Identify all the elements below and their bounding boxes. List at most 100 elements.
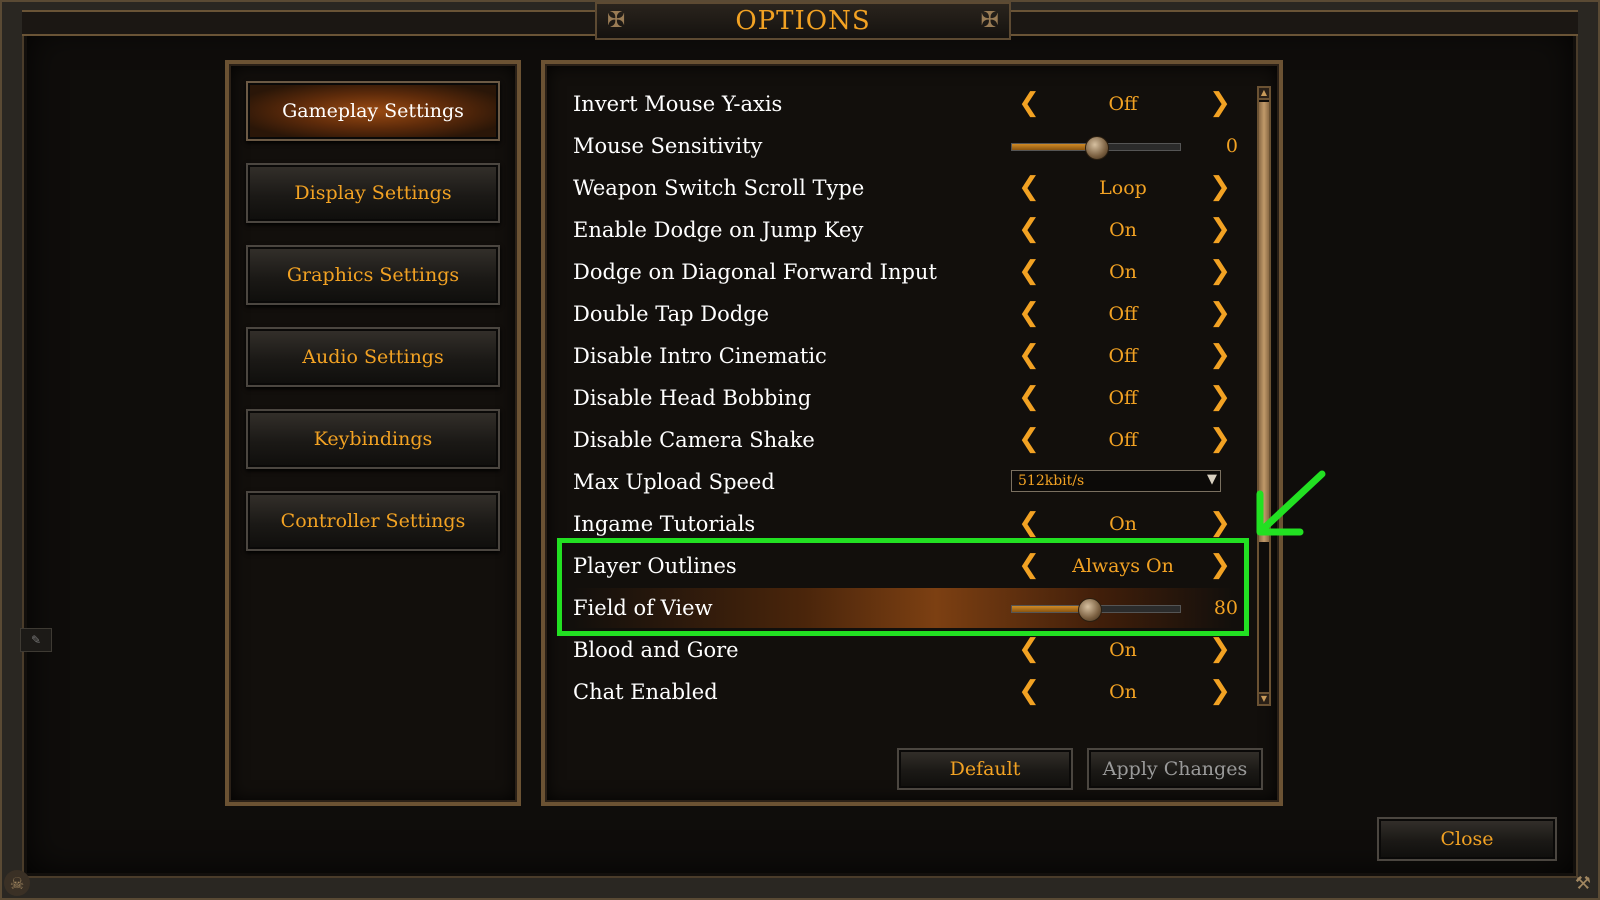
chat-bubble-icon[interactable]: ✎	[20, 628, 52, 652]
upload-speed-dropdown[interactable]: 512kbit/s ▼	[1011, 470, 1221, 492]
slider-fill	[1012, 144, 1096, 150]
setting-label: Double Tap Dodge	[573, 302, 770, 326]
scrollbar-thumb[interactable]	[1259, 102, 1269, 542]
slider-thumb[interactable]	[1085, 136, 1109, 160]
nav-label: Keybindings	[313, 428, 433, 450]
chevron-right-icon[interactable]: ❯	[1208, 424, 1232, 454]
button-label: Apply Changes	[1102, 758, 1248, 780]
dropdown-value: 512kbit/s	[1018, 473, 1085, 489]
setting-double-tap-dodge: Double Tap Dodge ❮ Off ❯	[573, 294, 1233, 334]
setting-value: Off	[1108, 429, 1138, 451]
chevron-left-icon[interactable]: ❮	[1017, 508, 1041, 538]
skull-icon: ☠	[4, 870, 30, 896]
setting-label: Disable Head Bobbing	[573, 386, 812, 410]
chevron-right-icon[interactable]: ❯	[1208, 634, 1232, 664]
setting-label: Invert Mouse Y-axis	[573, 92, 783, 116]
nav-label: Graphics Settings	[286, 264, 460, 286]
chevron-right-icon[interactable]: ❯	[1208, 340, 1232, 370]
close-button[interactable]: Close	[1377, 817, 1557, 861]
setting-chat-enabled: Chat Enabled ❮ On ❯	[573, 672, 1233, 712]
setting-disable-camera-shake: Disable Camera Shake ❮ Off ❯	[573, 420, 1233, 460]
setting-mouse-sensitivity: Mouse Sensitivity 0	[573, 126, 1238, 166]
chevron-left-icon[interactable]: ❮	[1017, 382, 1041, 412]
chevron-left-icon[interactable]: ❮	[1017, 424, 1041, 454]
page-title: OPTIONS	[735, 6, 871, 36]
nav-label: Gameplay Settings	[282, 100, 464, 122]
setting-disable-intro-cinematic: Disable Intro Cinematic ❮ Off ❯	[573, 336, 1233, 376]
nav-label: Audio Settings	[302, 346, 444, 368]
apply-changes-button[interactable]: Apply Changes	[1087, 748, 1263, 790]
setting-dodge-diagonal-forward: Dodge on Diagonal Forward Input ❮ On ❯	[573, 252, 1233, 292]
setting-label: Max Upload Speed	[573, 470, 775, 494]
settings-nav-panel: Gameplay Settings Display Settings Graph…	[225, 60, 521, 806]
chevron-left-icon[interactable]: ❮	[1017, 172, 1041, 202]
setting-value: Loop	[1099, 177, 1147, 199]
setting-label: Enable Dodge on Jump Key	[573, 218, 864, 242]
setting-label: Ingame Tutorials	[573, 512, 756, 536]
setting-disable-head-bobbing: Disable Head Bobbing ❮ Off ❯	[573, 378, 1233, 418]
chevron-right-icon[interactable]: ❯	[1208, 676, 1232, 706]
chevron-right-icon[interactable]: ❯	[1208, 550, 1232, 580]
chevron-left-icon[interactable]: ❮	[1017, 214, 1041, 244]
chevron-left-icon[interactable]: ❮	[1017, 298, 1041, 328]
slider-thumb[interactable]	[1078, 598, 1103, 622]
chevron-left-icon[interactable]: ❮	[1017, 676, 1041, 706]
setting-enable-dodge-jump: Enable Dodge on Jump Key ❮ On ❯	[573, 210, 1233, 250]
setting-value: Always On	[1072, 555, 1174, 577]
chevron-right-icon[interactable]: ❯	[1208, 172, 1232, 202]
chevron-right-icon[interactable]: ❯	[1208, 382, 1232, 412]
nav-keybindings[interactable]: Keybindings	[246, 409, 500, 469]
field-of-view-slider[interactable]	[1011, 598, 1181, 622]
nav-gameplay-settings[interactable]: Gameplay Settings	[246, 81, 500, 141]
setting-label: Disable Camera Shake	[573, 428, 815, 452]
setting-label: Disable Intro Cinematic	[573, 344, 827, 368]
settings-scrollbar[interactable]: ▲ ▼	[1257, 86, 1271, 706]
setting-label: Weapon Switch Scroll Type	[573, 176, 865, 200]
button-label: Close	[1440, 828, 1494, 850]
chevron-left-icon[interactable]: ❮	[1017, 340, 1041, 370]
settings-list-panel: Invert Mouse Y-axis ❮ Off ❯ Mouse Sensit…	[541, 60, 1283, 806]
setting-max-upload-speed: Max Upload Speed 512kbit/s ▼	[573, 462, 1233, 502]
setting-value: Off	[1108, 387, 1138, 409]
chevron-right-icon[interactable]: ❯	[1208, 214, 1232, 244]
button-label: Default	[949, 758, 1021, 780]
nav-label: Controller Settings	[280, 510, 466, 532]
chevron-left-icon[interactable]: ❮	[1017, 634, 1041, 664]
chevron-left-icon[interactable]: ❮	[1017, 88, 1041, 118]
setting-field-of-view: Field of View 80	[573, 588, 1238, 628]
nav-controller-settings[interactable]: Controller Settings	[246, 491, 500, 551]
setting-value: 0	[1225, 135, 1238, 157]
setting-label: Mouse Sensitivity	[573, 134, 763, 158]
setting-value: Off	[1108, 93, 1138, 115]
nav-graphics-settings[interactable]: Graphics Settings	[246, 245, 500, 305]
setting-label: Dodge on Diagonal Forward Input	[573, 260, 937, 284]
setting-value: Off	[1108, 345, 1138, 367]
nav-display-settings[interactable]: Display Settings	[246, 163, 500, 223]
nav-audio-settings[interactable]: Audio Settings	[246, 327, 500, 387]
setting-label: Player Outlines	[573, 554, 737, 578]
setting-value: On	[1109, 639, 1137, 661]
setting-ingame-tutorials: Ingame Tutorials ❮ On ❯	[573, 504, 1233, 544]
chevron-right-icon[interactable]: ❯	[1208, 256, 1232, 286]
setting-label: Field of View	[573, 596, 713, 620]
setting-label: Blood and Gore	[573, 638, 739, 662]
setting-weapon-switch-scroll-type: Weapon Switch Scroll Type ❮ Loop ❯	[573, 168, 1233, 208]
chevron-right-icon[interactable]: ❯	[1208, 508, 1232, 538]
setting-invert-mouse-y: Invert Mouse Y-axis ❮ Off ❯	[573, 84, 1233, 124]
setting-value: On	[1109, 261, 1137, 283]
default-button[interactable]: Default	[897, 748, 1073, 790]
chevron-right-icon[interactable]: ❯	[1208, 88, 1232, 118]
scroll-up-icon[interactable]: ▲	[1257, 86, 1271, 100]
setting-value: Off	[1108, 303, 1138, 325]
setting-blood-and-gore: Blood and Gore ❮ On ❯	[573, 630, 1233, 670]
chevron-left-icon[interactable]: ❮	[1017, 550, 1041, 580]
scroll-down-icon[interactable]: ▼	[1257, 692, 1271, 706]
setting-value: On	[1109, 681, 1137, 703]
chevron-right-icon[interactable]: ❯	[1208, 298, 1232, 328]
chevron-down-icon: ▼	[1207, 472, 1217, 487]
cross-ornament-icon: ✠	[980, 8, 999, 33]
mouse-sensitivity-slider[interactable]	[1011, 136, 1181, 160]
cross-ornament-icon: ✠	[607, 8, 626, 33]
setting-value: 80	[1213, 597, 1238, 619]
chevron-left-icon[interactable]: ❮	[1017, 256, 1041, 286]
